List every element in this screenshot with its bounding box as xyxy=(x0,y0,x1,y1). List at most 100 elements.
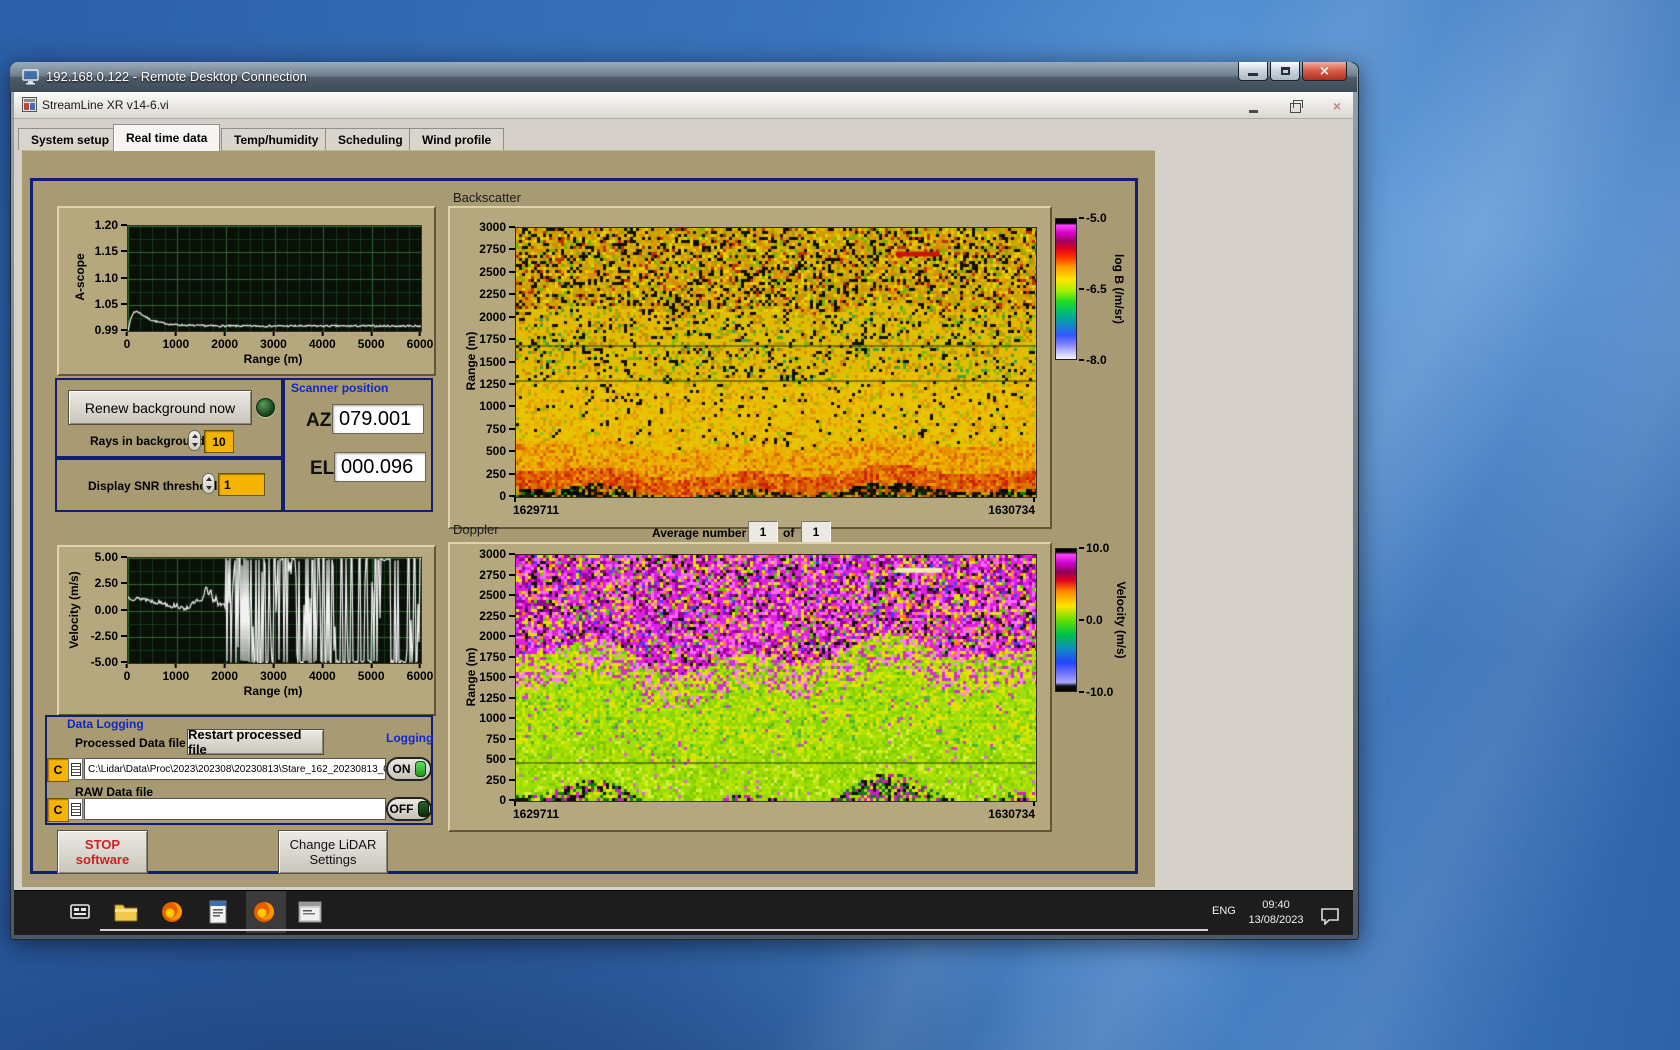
firefox-icon[interactable] xyxy=(158,898,186,926)
doppler-x-end: 1630734 xyxy=(988,807,1035,821)
rdp-maximize-button[interactable] xyxy=(1270,62,1300,81)
velocity-y-axis-title: Velocity (m/s) xyxy=(67,571,81,649)
axis-tick xyxy=(514,497,516,502)
tab-system-setup[interactable]: System setup xyxy=(18,128,123,150)
stop-software-button[interactable]: STOP software xyxy=(57,830,148,874)
ascope-plot xyxy=(127,225,422,332)
processed-browse-icon[interactable] xyxy=(68,758,83,780)
y-tick-label: 1250 xyxy=(458,691,515,705)
x-tick-label: 5000 xyxy=(358,332,385,351)
x-tick-label: 6000 xyxy=(407,664,433,683)
rays-spinner[interactable] xyxy=(188,430,201,451)
processed-path-field[interactable]: C:\Lidar\Data\Proc\2023\202308\20230813\… xyxy=(84,758,386,780)
vi-minimize-button[interactable] xyxy=(1240,100,1266,115)
rdp-minimize-button[interactable] xyxy=(1238,62,1268,81)
rays-value-field[interactable]: 10 xyxy=(204,430,234,453)
toggle-on-label: ON xyxy=(392,762,411,776)
velocity-plot xyxy=(127,557,422,664)
language-indicator[interactable]: ENG xyxy=(1212,905,1236,917)
x-tick-label: 3000 xyxy=(260,664,287,683)
raw-drive-selector[interactable]: C xyxy=(47,798,69,822)
scanner-position-title: Scanner position xyxy=(291,381,389,395)
tab-scheduling[interactable]: Scheduling xyxy=(325,128,416,150)
change-label-2: Settings xyxy=(309,852,357,867)
y-tick-label: 2000 xyxy=(458,629,515,643)
y-tick-label: 5.00 xyxy=(80,550,127,564)
drive-letter: C xyxy=(53,803,63,817)
raw-path-field[interactable] xyxy=(84,798,386,820)
tab-temp-humidity[interactable]: Temp/humidity xyxy=(221,128,332,150)
tab-label: Scheduling xyxy=(338,132,403,147)
vi-restore-button[interactable] xyxy=(1282,99,1308,115)
axis-tick xyxy=(1033,497,1035,502)
scan-scheduler-app-icon[interactable] xyxy=(296,898,324,926)
y-tick-label: 750 xyxy=(458,422,515,436)
snr-value-field[interactable]: 1 xyxy=(218,473,265,496)
y-tick-label: 3000 xyxy=(458,547,515,561)
snr-threshold-label: Display SNR threshold xyxy=(88,479,218,493)
raw-logging-toggle[interactable]: OFF xyxy=(386,797,432,821)
colorbar-tick-label: 0.0 xyxy=(1079,613,1103,627)
vi-close-button[interactable]: × xyxy=(1324,98,1350,114)
y-tick-label: 3000 xyxy=(458,220,515,234)
vi-titlebar[interactable]: StreamLine XR v14-6.vi xyxy=(14,92,1353,119)
change-lidar-settings-button[interactable]: Change LiDAR Settings xyxy=(278,830,388,874)
tab-real-time-data[interactable]: Real time data xyxy=(113,124,221,151)
processed-drive-selector[interactable]: C xyxy=(47,758,69,782)
file-explorer-icon[interactable] xyxy=(112,898,140,926)
tab-label: Wind profile xyxy=(422,132,492,147)
y-tick-label: 500 xyxy=(458,752,515,766)
action-center-icon[interactable] xyxy=(1316,902,1344,930)
logging-label: Logging xyxy=(386,731,434,745)
ascope-y-axis-title: A-scope xyxy=(73,253,87,301)
y-tick-label: 1750 xyxy=(458,650,515,664)
restart-processed-file-button[interactable]: Restart processed file xyxy=(187,727,324,757)
backscatter-y-axis: 3000 2750 2500 2250 2000 1750 1500 1250 1000 750 5… xyxy=(458,220,515,503)
snr-spinner[interactable] xyxy=(202,473,215,494)
processed-path-text: C:\Lidar\Data\Proc\2023\202308\20230813\… xyxy=(88,763,386,775)
raw-browse-icon[interactable] xyxy=(68,798,83,820)
renew-status-led xyxy=(256,398,275,417)
y-tick-label: 2000 xyxy=(458,310,515,324)
y-tick-label: 1.15 xyxy=(88,244,127,258)
y-tick-label: 2250 xyxy=(458,609,515,623)
tab-wind-profile[interactable]: Wind profile xyxy=(409,128,505,150)
stop-label-1: STOP xyxy=(84,837,121,852)
x-tick-label: 4000 xyxy=(309,664,336,683)
y-tick-label: 1250 xyxy=(458,377,515,391)
el-value: 000.096 xyxy=(341,455,414,478)
renew-background-button[interactable]: Renew background now xyxy=(68,390,252,425)
clock-date: 13/08/2023 xyxy=(1248,914,1304,926)
colorbar-tick-label: -10.0 xyxy=(1079,685,1113,699)
scanner-position-box xyxy=(283,378,433,512)
taskbar-divider-line xyxy=(100,929,1208,931)
backscatter-x-end: 1630734 xyxy=(988,503,1035,517)
y-tick-label: 750 xyxy=(458,732,515,746)
ascope-x-axis-title: Range (m) xyxy=(243,352,303,366)
x-tick-label: 2000 xyxy=(211,664,238,683)
raw-data-file-label: RAW Data file xyxy=(75,785,154,799)
colorbar-tick-label: -5.0 xyxy=(1079,211,1107,225)
rdp-close-button[interactable]: × xyxy=(1302,62,1347,81)
task-view-icon[interactable] xyxy=(66,898,94,926)
az-label: AZ xyxy=(306,410,332,431)
drive-letter: C xyxy=(53,763,63,777)
x-tick-label: 5000 xyxy=(358,664,385,683)
renew-background-label: Renew background now xyxy=(84,399,236,416)
average-number-field[interactable]: 1 xyxy=(748,521,778,543)
ascope-y-axis: 1.20 1.15 1.10 1.05 0.99 xyxy=(88,218,127,337)
firefox-icon-2[interactable] xyxy=(250,898,278,926)
stop-label-2: software xyxy=(75,852,130,867)
doppler-colorbar-title: Velocity (m/s) xyxy=(1114,581,1128,659)
rdp-titlebar[interactable]: 192.168.0.122 - Remote Desktop Connectio… xyxy=(10,62,1357,92)
average-number-value: 1 xyxy=(759,525,767,539)
rdp-title: 192.168.0.122 - Remote Desktop Connectio… xyxy=(46,69,307,84)
text-editor-icon[interactable] xyxy=(204,898,232,926)
x-tick-label: 0 xyxy=(124,332,130,351)
y-tick-label: 2500 xyxy=(458,265,515,279)
az-value: 079.001 xyxy=(339,407,412,430)
processed-logging-toggle[interactable]: ON xyxy=(386,757,432,781)
doppler-heatmap xyxy=(515,554,1037,802)
taskbar-clock[interactable]: 09:40 13/08/2023 xyxy=(1243,898,1309,928)
average-total-field[interactable]: 1 xyxy=(801,521,831,543)
